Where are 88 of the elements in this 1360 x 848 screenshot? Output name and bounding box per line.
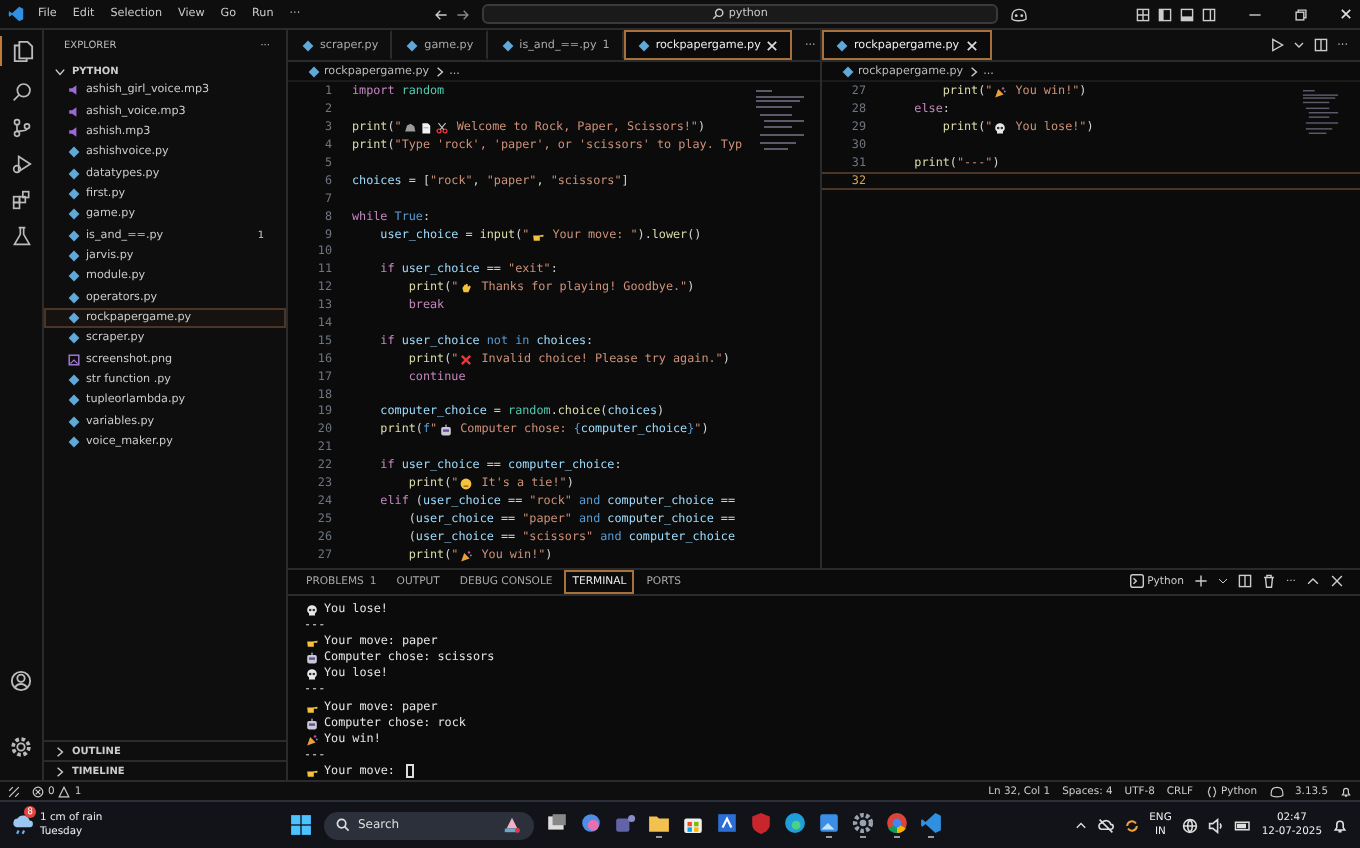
run-debug-icon[interactable] bbox=[11, 154, 31, 174]
caret-icon[interactable] bbox=[1293, 40, 1304, 50]
python-file-icon bbox=[637, 39, 650, 51]
cloud-off-icon[interactable] bbox=[1097, 817, 1114, 833]
minimap-drawing bbox=[756, 90, 808, 150]
skull-icon bbox=[994, 122, 1007, 135]
skull-icon bbox=[306, 604, 318, 617]
waving-hand-icon bbox=[460, 282, 473, 295]
restore-icon[interactable] bbox=[1294, 7, 1308, 21]
smiley-icon bbox=[460, 478, 473, 491]
image-file-icon bbox=[68, 353, 80, 366]
cross-mark-icon bbox=[460, 353, 473, 366]
files-icon[interactable] bbox=[11, 40, 33, 62]
browser-icon[interactable] bbox=[886, 812, 908, 834]
chevron-icon[interactable] bbox=[54, 765, 66, 777]
party-popper-icon bbox=[460, 549, 473, 562]
editor-logo-icon bbox=[8, 6, 24, 22]
python-file-icon bbox=[406, 39, 419, 51]
shield-icon[interactable] bbox=[750, 812, 772, 834]
robot-icon bbox=[439, 424, 452, 437]
chevron-icon[interactable] bbox=[54, 745, 66, 757]
bell-icon[interactable] bbox=[1340, 785, 1352, 797]
scissors-icon bbox=[435, 122, 448, 135]
tile-app-icon[interactable] bbox=[716, 812, 738, 834]
sidebar-toggle-icon[interactable] bbox=[1158, 7, 1172, 21]
split-layout-icon[interactable] bbox=[1202, 7, 1216, 21]
doodle-icon bbox=[502, 816, 522, 834]
caret-icon[interactable] bbox=[1217, 576, 1228, 587]
error-icon bbox=[32, 785, 44, 797]
skull-icon bbox=[306, 668, 318, 681]
code-editor-icon[interactable] bbox=[920, 812, 942, 834]
pointing-hand-icon bbox=[306, 765, 318, 778]
sync-icon[interactable] bbox=[1123, 817, 1140, 833]
chevron-icon[interactable] bbox=[54, 65, 66, 77]
close-window-icon[interactable] bbox=[1340, 8, 1352, 20]
account-icon[interactable] bbox=[10, 670, 32, 692]
photo-app-icon[interactable] bbox=[818, 812, 840, 834]
pointing-hand-icon bbox=[306, 701, 318, 714]
trash-icon[interactable] bbox=[1261, 574, 1276, 589]
notification-bell-icon[interactable] bbox=[1332, 817, 1348, 833]
flask-icon[interactable] bbox=[11, 226, 31, 246]
source-control-icon[interactable] bbox=[11, 118, 31, 138]
paper-icon bbox=[419, 122, 432, 135]
party-popper-icon bbox=[306, 733, 318, 746]
run-icon[interactable] bbox=[1269, 38, 1284, 52]
pointing-hand-icon bbox=[306, 636, 318, 649]
chevron-up-icon[interactable] bbox=[1073, 818, 1088, 832]
warning-icon bbox=[58, 785, 71, 797]
maximize-panel-icon[interactable] bbox=[1306, 574, 1320, 589]
network-icon[interactable] bbox=[1181, 817, 1198, 833]
speaker-icon[interactable] bbox=[1207, 817, 1224, 833]
extensions-icon[interactable] bbox=[11, 190, 31, 210]
robot-icon bbox=[306, 652, 318, 665]
python-file-icon bbox=[836, 39, 848, 51]
robot-icon bbox=[306, 717, 318, 730]
people-icon[interactable] bbox=[614, 812, 636, 834]
swirl-browser-icon[interactable] bbox=[784, 812, 806, 834]
chevron-icon[interactable] bbox=[967, 65, 980, 77]
split-editor-icon[interactable] bbox=[1313, 38, 1328, 52]
settings-icon[interactable] bbox=[10, 736, 32, 758]
task-view-icon[interactable] bbox=[546, 812, 568, 834]
search-icon[interactable] bbox=[11, 82, 31, 102]
python-file-icon bbox=[302, 39, 314, 51]
close-icon[interactable] bbox=[965, 39, 978, 51]
split-terminal-icon[interactable] bbox=[1237, 574, 1252, 589]
battery-icon[interactable] bbox=[1233, 817, 1252, 833]
terminal-icon bbox=[1129, 574, 1144, 589]
search-icon bbox=[712, 8, 725, 20]
swirl-icon[interactable] bbox=[580, 812, 602, 834]
pointing-hand-icon bbox=[531, 229, 544, 242]
start-icon[interactable] bbox=[290, 814, 312, 836]
forward-arrow-icon[interactable] bbox=[456, 7, 471, 21]
plus-icon[interactable] bbox=[1193, 574, 1208, 589]
chevron-icon[interactable] bbox=[433, 65, 446, 77]
rock-icon bbox=[403, 122, 416, 135]
panel-toggle-icon[interactable] bbox=[1180, 7, 1194, 21]
python-file-icon bbox=[501, 39, 514, 51]
remote-icon[interactable] bbox=[8, 785, 20, 797]
close-icon[interactable] bbox=[766, 39, 779, 51]
search-icon bbox=[336, 818, 350, 832]
folder-icon[interactable] bbox=[648, 812, 670, 834]
rain-cloud-icon[interactable] bbox=[12, 814, 34, 836]
layout-icon[interactable] bbox=[1136, 7, 1150, 21]
gear-icon[interactable] bbox=[852, 812, 874, 834]
back-arrow-icon[interactable] bbox=[434, 7, 449, 21]
braces-icon bbox=[1205, 785, 1218, 797]
close-panel-icon[interactable] bbox=[1330, 574, 1344, 589]
party-popper-icon bbox=[994, 86, 1007, 99]
